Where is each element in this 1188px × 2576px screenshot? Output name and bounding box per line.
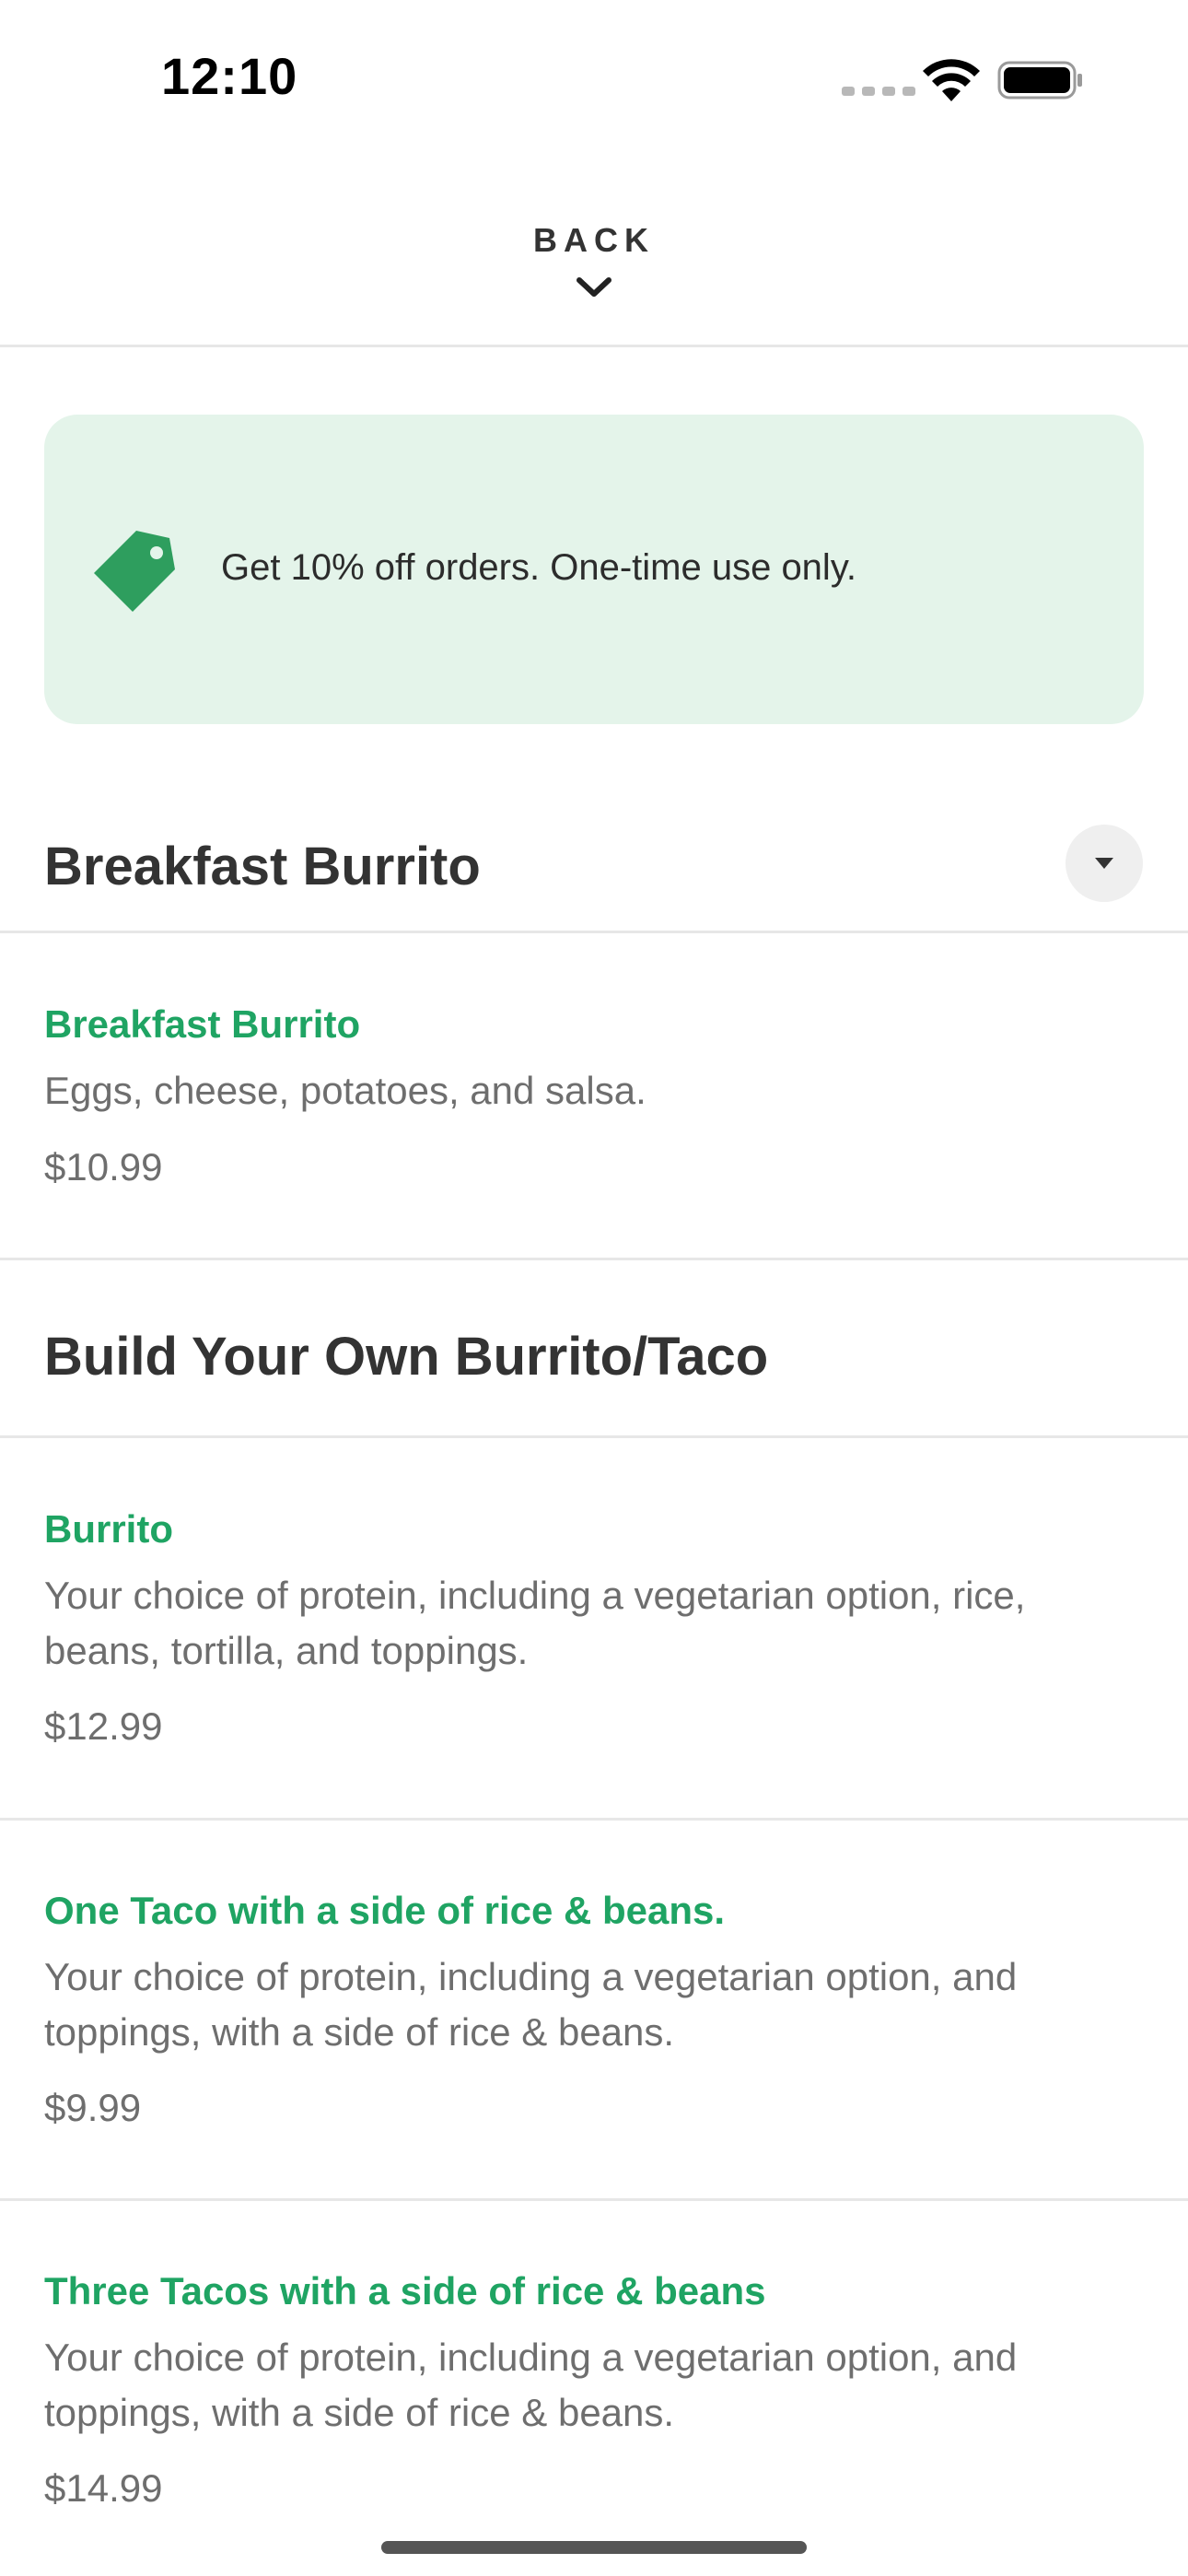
item-price: $14.99 — [44, 2466, 163, 2510]
section-header-breakfast-burrito: Breakfast Burrito — [0, 804, 1188, 933]
item-description: Your choice of protein, including a vege… — [44, 2336, 1018, 2434]
section-title: Breakfast Burrito — [44, 837, 481, 896]
item-price: $12.99 — [44, 1704, 163, 1748]
signal-icon — [842, 87, 915, 96]
item-description: Your choice of protein, including a vege… — [44, 1574, 1026, 1672]
menu-item[interactable]: Breakfast Burrito Eggs, cheese, potatoes… — [0, 936, 1188, 1260]
item-name: Burrito — [44, 1507, 173, 1551]
status-bar: 12:10 — [0, 0, 1188, 161]
status-time: 12:10 — [161, 47, 298, 105]
section-header-build-your-own: Build Your Own Burrito/Taco — [0, 1263, 1188, 1438]
item-description: Your choice of protein, including a vege… — [44, 1955, 1018, 2054]
tag-icon — [94, 531, 175, 612]
menu-item[interactable]: Three Tacos with a side of rice & beans … — [0, 2204, 1188, 2576]
menu-item[interactable]: Burrito Your choice of protein, includin… — [0, 1441, 1188, 1821]
chevron-down-icon[interactable] — [575, 275, 613, 300]
collapse-button[interactable] — [1066, 825, 1143, 902]
promo-banner[interactable]: Get 10% off orders. One-time use only. — [44, 415, 1144, 724]
home-indicator[interactable] — [381, 2541, 807, 2554]
section-title: Build Your Own Burrito/Taco — [44, 1327, 769, 1387]
item-price: $9.99 — [44, 2086, 142, 2129]
item-name: One Taco with a side of rice & beans. — [44, 1889, 726, 1932]
wifi-icon — [923, 59, 980, 101]
triangle-down-icon — [1095, 858, 1113, 869]
back-button[interactable]: BACK — [0, 221, 1188, 260]
item-description: Eggs, cheese, potatoes, and salsa. — [44, 1069, 646, 1112]
item-price: $10.99 — [44, 1145, 163, 1188]
menu-screen: 12:10 BACK Get 10% off orders. One-time … — [0, 0, 1188, 2576]
item-name: Breakfast Burrito — [44, 1002, 361, 1046]
item-name: Three Tacos with a side of rice & beans — [44, 2269, 766, 2313]
promo-text: Get 10% off orders. One-time use only. — [221, 547, 856, 588]
battery-icon — [997, 61, 1082, 100]
menu-item[interactable]: One Taco with a side of rice & beans. Yo… — [0, 1823, 1188, 2201]
